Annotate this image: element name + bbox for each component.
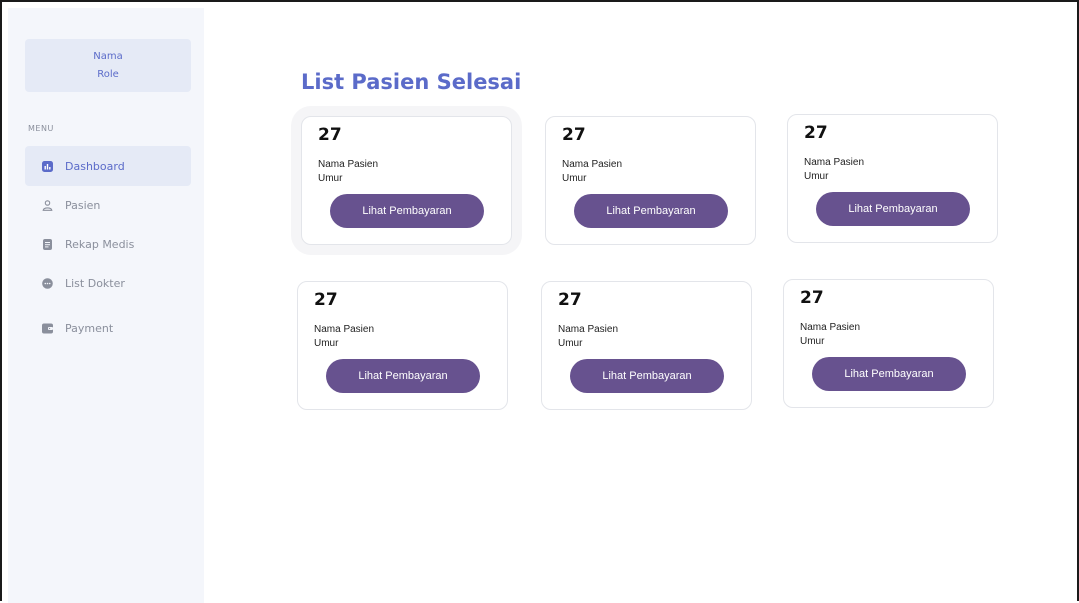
view-payment-button[interactable]: Lihat Pembayaran (816, 192, 970, 226)
sidebar-item-pasien[interactable]: Pasien (25, 185, 191, 225)
patient-age-label: Umur (562, 173, 587, 184)
patient-number: 27 (804, 123, 828, 143)
document-icon (42, 238, 53, 250)
chat-icon (42, 277, 53, 289)
view-payment-button[interactable]: Lihat Pembayaran (812, 357, 966, 391)
sidebar-item-list-dokter[interactable]: List Dokter (25, 263, 191, 303)
page-title: List Pasien Selesai (301, 70, 522, 94)
sidebar-item-label: Payment (65, 321, 114, 335)
sidebar-item-rekap-medis[interactable]: Rekap Medis (25, 224, 191, 264)
patient-card: 27 Nama Pasien Umur Lihat Pembayaran (783, 279, 994, 408)
user-profile-box[interactable]: Nama Role (25, 39, 191, 92)
patient-age-label: Umur (558, 338, 583, 349)
patient-number: 27 (318, 125, 342, 145)
wallet-icon (42, 323, 53, 334)
view-payment-button[interactable]: Lihat Pembayaran (574, 194, 728, 228)
user-name: Nama (93, 50, 123, 62)
patient-name-label: Nama Pasien (558, 324, 619, 335)
app-window: Nama Role MENU Dashboard Pasien Rekap Me… (0, 0, 1079, 603)
sidebar: Nama Role MENU Dashboard Pasien Rekap Me… (8, 8, 204, 603)
user-role: Role (97, 68, 119, 80)
patient-name-label: Nama Pasien (804, 157, 865, 168)
patient-card: 27 Nama Pasien Umur Lihat Pembayaran (301, 116, 512, 245)
menu-heading: MENU (28, 124, 54, 133)
sidebar-item-label: List Dokter (65, 276, 125, 290)
patient-age-label: Umur (318, 173, 343, 184)
patient-number: 27 (800, 288, 824, 308)
sidebar-item-label: Rekap Medis (65, 237, 135, 251)
patient-card: 27 Nama Pasien Umur Lihat Pembayaran (787, 114, 998, 243)
patient-age-label: Umur (800, 336, 825, 347)
patient-name-label: Nama Pasien (562, 159, 623, 170)
view-payment-button[interactable]: Lihat Pembayaran (570, 359, 724, 393)
patient-name-label: Nama Pasien (314, 324, 375, 335)
patient-number: 27 (558, 290, 582, 310)
patient-age-label: Umur (804, 171, 829, 182)
patient-age-label: Umur (314, 338, 339, 349)
patient-name-label: Nama Pasien (318, 159, 379, 170)
view-payment-button[interactable]: Lihat Pembayaran (326, 359, 480, 393)
patient-name-label: Nama Pasien (800, 322, 861, 333)
sidebar-item-label: Dashboard (65, 159, 125, 173)
patient-card: 27 Nama Pasien Umur Lihat Pembayaran (545, 116, 756, 245)
patient-number: 27 (562, 125, 586, 145)
sidebar-item-dashboard[interactable]: Dashboard (25, 146, 191, 186)
user-icon (42, 199, 53, 211)
patient-number: 27 (314, 290, 338, 310)
sidebar-item-label: Pasien (65, 198, 101, 212)
chart-icon (42, 160, 53, 172)
patient-card: 27 Nama Pasien Umur Lihat Pembayaran (541, 281, 752, 410)
view-payment-button[interactable]: Lihat Pembayaran (330, 194, 484, 228)
patient-card: 27 Nama Pasien Umur Lihat Pembayaran (297, 281, 508, 410)
sidebar-item-payment[interactable]: Payment (25, 308, 191, 348)
